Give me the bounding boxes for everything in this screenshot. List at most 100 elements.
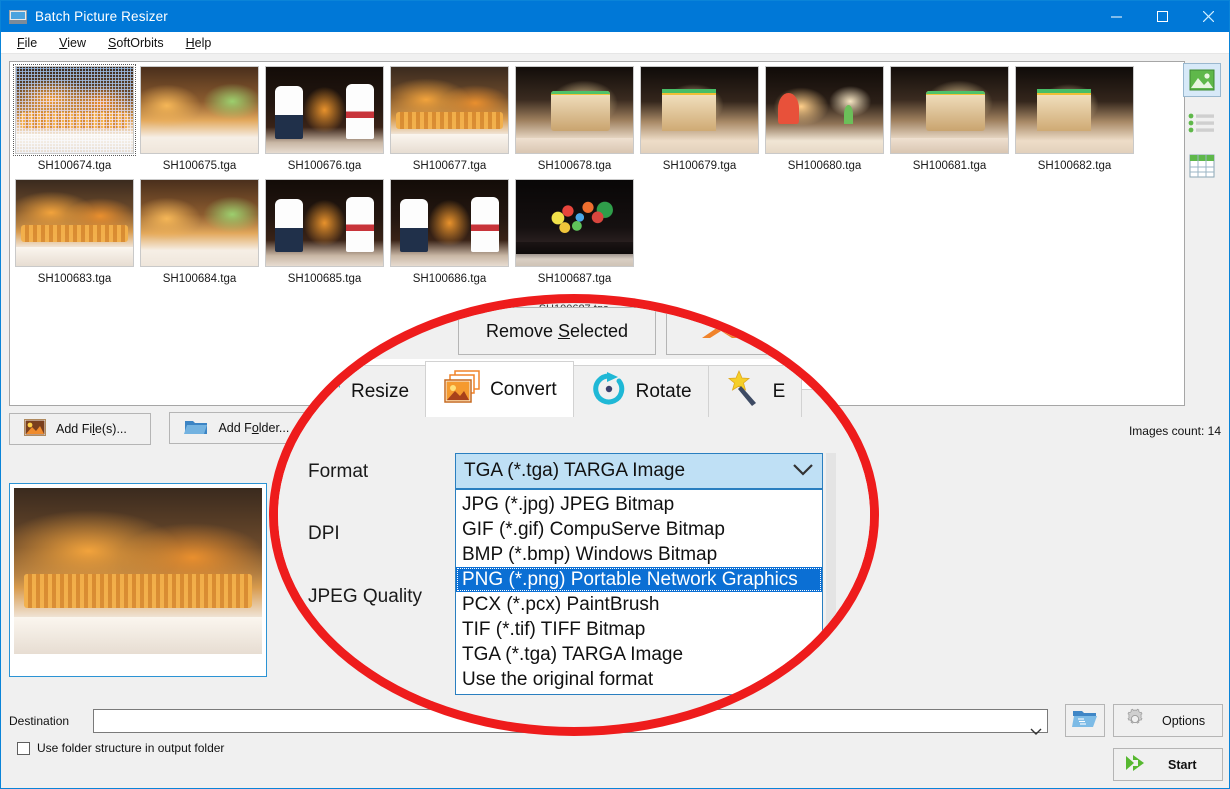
thumbnail-image — [765, 66, 884, 154]
thumbnail-image — [265, 66, 384, 154]
move-up-button[interactable] — [666, 307, 776, 355]
use-folder-structure-row[interactable]: Use folder structure in output folder — [17, 741, 224, 755]
thumbnail-item[interactable]: SH100679.tga — [637, 66, 762, 173]
thumbnail-item[interactable]: SH100686.tga — [387, 179, 512, 286]
tab-effects-label: E — [773, 381, 786, 403]
tab-convert[interactable]: Convert — [425, 361, 574, 417]
start-label: Start — [1168, 758, 1196, 772]
tab-rotate[interactable]: Rotate — [573, 365, 709, 417]
add-files-button[interactable]: Add File(s)... — [9, 413, 151, 445]
maximize-button[interactable] — [1139, 1, 1185, 32]
format-option[interactable]: TGA (*.tga) TARGA Image — [456, 642, 822, 667]
menu-item-softorbits-rest: oftOrbits — [116, 36, 163, 50]
thumbnail-item[interactable]: SH100678.tga — [512, 66, 637, 173]
close-button[interactable] — [1185, 1, 1230, 32]
grid-view-button[interactable] — [1183, 149, 1221, 183]
thumbnail-item[interactable]: SH100682.tga — [1012, 66, 1137, 173]
menu-item-view-rest: iew — [67, 36, 86, 50]
chevron-up-icon — [698, 321, 744, 341]
thumbnail-item[interactable]: SH100680.tga — [762, 66, 887, 173]
hidden-field-edge — [826, 453, 836, 663]
minimize-button[interactable] — [1093, 1, 1139, 32]
thumbnail-caption: SH100678.tga — [512, 159, 637, 173]
magic-wand-icon — [725, 369, 765, 415]
thumbnail-item[interactable]: SH100675.tga — [137, 66, 262, 173]
destination-label: Destination — [9, 714, 93, 728]
use-folder-structure-checkbox[interactable] — [17, 742, 30, 755]
list-view-button[interactable] — [1183, 106, 1221, 140]
format-option[interactable]: GIF (*.gif) CompuServe Bitmap — [456, 517, 822, 542]
tab-resize[interactable]: Resize — [278, 365, 426, 417]
format-option[interactable]: PNG (*.png) Portable Network Graphics — [456, 567, 822, 592]
thumbnail-caption: SH100676.tga — [262, 159, 387, 173]
thumbnail-scene — [516, 180, 633, 266]
batch-picture-resizer-window: Batch Picture Resizer File View SoftOrbi… — [0, 0, 1230, 789]
format-combobox[interactable]: TGA (*.tga) TARGA Image — [455, 453, 823, 489]
thumbnail-caption: SH100685.tga — [262, 272, 387, 286]
thumbnail-item[interactable]: SH100676.tga — [262, 66, 387, 173]
thumbnail-scene — [141, 180, 258, 266]
remove-selected-label: Remove Selected — [486, 321, 628, 342]
thumbnail-item[interactable]: SH100687.tga — [512, 179, 637, 286]
magnifier-overlay: SH100685.tgaSH100686.tgaSH100687.tga Rem… — [269, 294, 879, 736]
thumbnail-caption: SH100675.tga — [137, 159, 262, 173]
remove-selected-button[interactable]: Remove Selected — [458, 307, 656, 355]
add-files-icon — [24, 419, 46, 439]
thumbnail-caption: SH100674.tga — [12, 159, 137, 173]
options-label: Options — [1162, 714, 1205, 728]
grid-view-icon — [1189, 154, 1215, 178]
magnifier-content: SH100685.tgaSH100686.tgaSH100687.tga Rem… — [278, 303, 870, 727]
format-option[interactable]: BMP (*.bmp) Windows Bitmap — [456, 542, 822, 567]
thumbnail-caption: SH100682.tga — [1012, 159, 1137, 173]
thumbnail-item[interactable]: SH100685.tga — [262, 179, 387, 286]
thumbnail-image — [890, 66, 1009, 154]
thumbnail-image — [390, 66, 509, 154]
thumbnail-item[interactable]: SH100674.tga — [12, 66, 137, 173]
title-bar: Batch Picture Resizer — [1, 1, 1230, 32]
thumbnail-caption: SH100677.tga — [387, 159, 512, 173]
menu-item-softorbits[interactable]: SoftOrbits — [98, 34, 174, 52]
tab-convert-label: Convert — [490, 379, 557, 401]
start-button[interactable]: Start — [1113, 748, 1223, 781]
menu-item-help[interactable]: Help — [176, 34, 222, 52]
options-button[interactable]: Options — [1113, 704, 1223, 737]
use-folder-structure-label: Use folder structure in output folder — [37, 741, 224, 755]
format-dropdown-list[interactable]: JPG (*.jpg) JPEG BitmapGIF (*.gif) Compu… — [455, 489, 823, 695]
thumbnail-caption: SH100686.tga — [387, 272, 512, 286]
chevron-down-icon[interactable] — [792, 460, 814, 482]
thumbnail-image — [515, 66, 634, 154]
open-folder-icon — [1072, 708, 1098, 733]
format-label: Format — [308, 461, 368, 483]
format-option[interactable]: Use the original format — [456, 667, 822, 692]
thumbnail-scene — [891, 67, 1008, 153]
thumbnail-scene — [16, 67, 133, 153]
thumbnail-scene — [1016, 67, 1133, 153]
tab-resize-label: Resize — [351, 381, 409, 403]
thumbnail-item[interactable]: SH100683.tga — [12, 179, 137, 286]
thumbnail-caption: SH100681.tga — [887, 159, 1012, 173]
tab-effects[interactable]: E — [708, 365, 803, 417]
format-option[interactable]: PCX (*.pcx) PaintBrush — [456, 592, 822, 617]
menu-item-file-rest: ile — [25, 36, 38, 50]
thumbnail-image — [140, 66, 259, 154]
thumbnail-view-icon — [1189, 69, 1215, 91]
thumbnail-scene — [141, 67, 258, 153]
menu-item-file[interactable]: File — [7, 34, 47, 52]
thumbnail-scene — [266, 67, 383, 153]
add-files-label: Add File(s)... — [56, 422, 127, 436]
format-option[interactable]: JPG (*.jpg) JPEG Bitmap — [456, 492, 822, 517]
thumbnail-grid: SH100674.tgaSH100675.tgaSH100676.tgaSH10… — [10, 62, 1185, 290]
resize-arrows-icon — [309, 372, 343, 412]
browse-destination-button[interactable] — [1065, 704, 1105, 737]
thumbnail-scene — [16, 180, 133, 266]
start-arrow-icon — [1124, 752, 1154, 777]
add-folder-icon — [184, 418, 208, 439]
thumbnail-item[interactable]: SH100681.tga — [887, 66, 1012, 173]
thumbnail-item[interactable]: SH100684.tga — [137, 179, 262, 286]
preview-panel — [9, 483, 267, 677]
thumbnail-item[interactable]: SH100677.tga — [387, 66, 512, 173]
thumbnail-caption: SH100679.tga — [637, 159, 762, 173]
menu-item-view[interactable]: View — [49, 34, 96, 52]
format-option[interactable]: TIF (*.tif) TIFF Bitmap — [456, 617, 822, 642]
thumbnail-view-button[interactable] — [1183, 63, 1221, 97]
